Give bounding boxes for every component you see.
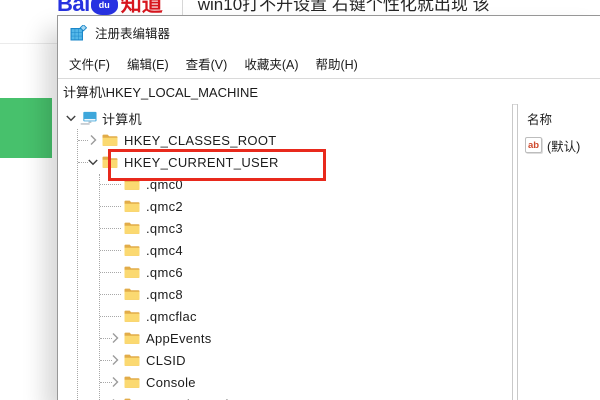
tree-connector: [105, 285, 124, 303]
address-bar: [58, 78, 600, 105]
chevron-right-icon[interactable]: [105, 373, 124, 391]
tree-item-label: .qmc3: [146, 221, 183, 236]
menu-bar: 文件(F) 编辑(E) 查看(V) 收藏夹(A) 帮助(H): [58, 49, 600, 78]
window-titlebar[interactable]: 注册表编辑器: [58, 16, 600, 49]
tree-item-label: .qmc6: [146, 265, 183, 280]
tree-item-label: HKEY_CLASSES_ROOT: [124, 133, 277, 148]
chevron-right-icon[interactable]: [83, 131, 102, 149]
chevron-down-icon[interactable]: [61, 109, 80, 127]
baidu-paw-du-text: du: [99, 0, 110, 10]
tree-item-qmcflac[interactable]: .qmcflac: [58, 305, 512, 327]
chevron-right-icon[interactable]: [105, 351, 124, 369]
folder-icon: [124, 221, 141, 235]
tree-connector: [105, 263, 124, 281]
page-divider-line: [0, 43, 60, 44]
folder-icon: [124, 287, 141, 301]
menu-item[interactable]: 收藏夹(A): [244, 54, 298, 73]
folder-icon: [124, 375, 141, 389]
menu-item[interactable]: 编辑(E): [127, 54, 169, 73]
site-header: Bai du 知道 win10打不开设置 右键个性化就出现 该: [0, 0, 600, 15]
tree-item-hkey-classes-root[interactable]: HKEY_CLASSES_ROOT: [58, 129, 512, 151]
folder-icon: [102, 133, 119, 147]
chevron-right-icon[interactable]: [105, 395, 124, 400]
folder-icon: [124, 177, 141, 191]
string-value-icon: ab: [525, 137, 542, 153]
tree-item-计算机[interactable]: 计算机: [58, 107, 512, 129]
computer-icon: [80, 111, 97, 126]
tree-item-qmc6[interactable]: .qmc6: [58, 261, 512, 283]
folder-icon: [124, 331, 141, 345]
folder-icon: [102, 155, 119, 169]
tree-item-label: CLSID: [146, 353, 186, 368]
folder-icon: [124, 265, 141, 279]
registry-tree: 计算机 HKEY_CLASSES_ROOT HKEY_CURRENT_USER …: [58, 104, 512, 400]
baidu-paw-icon[interactable]: du: [91, 0, 118, 15]
tree-item-label: 计算机: [102, 109, 142, 128]
tree-item-console[interactable]: Console: [58, 371, 512, 393]
green-panel: [0, 98, 52, 158]
tree-item-label: .qmc4: [146, 243, 183, 258]
value-name: (默认): [547, 136, 580, 155]
address-input[interactable]: [58, 79, 600, 104]
header-divider: [182, 0, 183, 15]
menu-item[interactable]: 查看(V): [186, 54, 228, 73]
tree-item-label: HKEY_CURRENT_USER: [124, 155, 279, 170]
window-title: 注册表编辑器: [95, 23, 170, 42]
tree-item-qmc4[interactable]: .qmc4: [58, 239, 512, 261]
zhidao-logo-text[interactable]: 知道: [121, 0, 163, 15]
folder-icon: [124, 199, 141, 213]
tree-item-label: .qmc0: [146, 177, 183, 192]
tree-connector: [105, 241, 124, 259]
tree-panel: 计算机 HKEY_CLASSES_ROOT HKEY_CURRENT_USER …: [58, 104, 513, 400]
menu-item[interactable]: 帮助(H): [315, 54, 357, 73]
tree-connector: [105, 219, 124, 237]
tree-item-label: Control Panel: [146, 397, 229, 400]
tree-item-qmc8[interactable]: .qmc8: [58, 283, 512, 305]
tree-item-label: .qmcflac: [146, 309, 197, 324]
tree-item-qmc3[interactable]: .qmc3: [58, 217, 512, 239]
tree-item-qmc2[interactable]: .qmc2: [58, 195, 512, 217]
menu-item[interactable]: 文件(F): [69, 54, 110, 73]
baidu-logo-text[interactable]: Bai: [57, 0, 90, 15]
tree-item-control-panel[interactable]: Control Panel: [58, 393, 512, 400]
registry-editor-icon: [70, 25, 87, 41]
tree-item-label: .qmc2: [146, 199, 183, 214]
folder-icon: [124, 309, 141, 323]
chevron-right-icon[interactable]: [105, 329, 124, 347]
tree-item-label: Console: [146, 375, 196, 390]
tree-connector: [105, 197, 124, 215]
tree-item-label: AppEvents: [146, 331, 212, 346]
window-body: 计算机 HKEY_CLASSES_ROOT HKEY_CURRENT_USER …: [58, 104, 600, 400]
registry-editor-window: 注册表编辑器 文件(F) 编辑(E) 查看(V) 收藏夹(A) 帮助(H) 计算机 HK…: [57, 15, 600, 400]
tree-connector: [105, 307, 124, 325]
tree-item-qmc0[interactable]: .qmc0: [58, 173, 512, 195]
tree-item-clsid[interactable]: CLSID: [58, 349, 512, 371]
folder-icon: [124, 243, 141, 257]
folder-icon: [124, 353, 141, 367]
tree-item-hkey-current-user[interactable]: HKEY_CURRENT_USER: [58, 151, 512, 173]
tree-item-label: .qmc8: [146, 287, 183, 302]
tree-item-appevents[interactable]: AppEvents: [58, 327, 512, 349]
chevron-down-icon[interactable]: [83, 153, 102, 171]
column-header-name[interactable]: 名称: [518, 104, 600, 135]
value-list: ab (默认): [518, 135, 600, 155]
question-title: win10打不开设置 右键个性化就出现 该: [198, 0, 490, 15]
value-row[interactable]: ab (默认): [518, 135, 600, 155]
value-list-panel: 名称 ab (默认): [517, 104, 600, 400]
tree-connector: [105, 175, 124, 193]
site-header-content: Bai du 知道 win10打不开设置 右键个性化就出现 该: [0, 0, 600, 15]
